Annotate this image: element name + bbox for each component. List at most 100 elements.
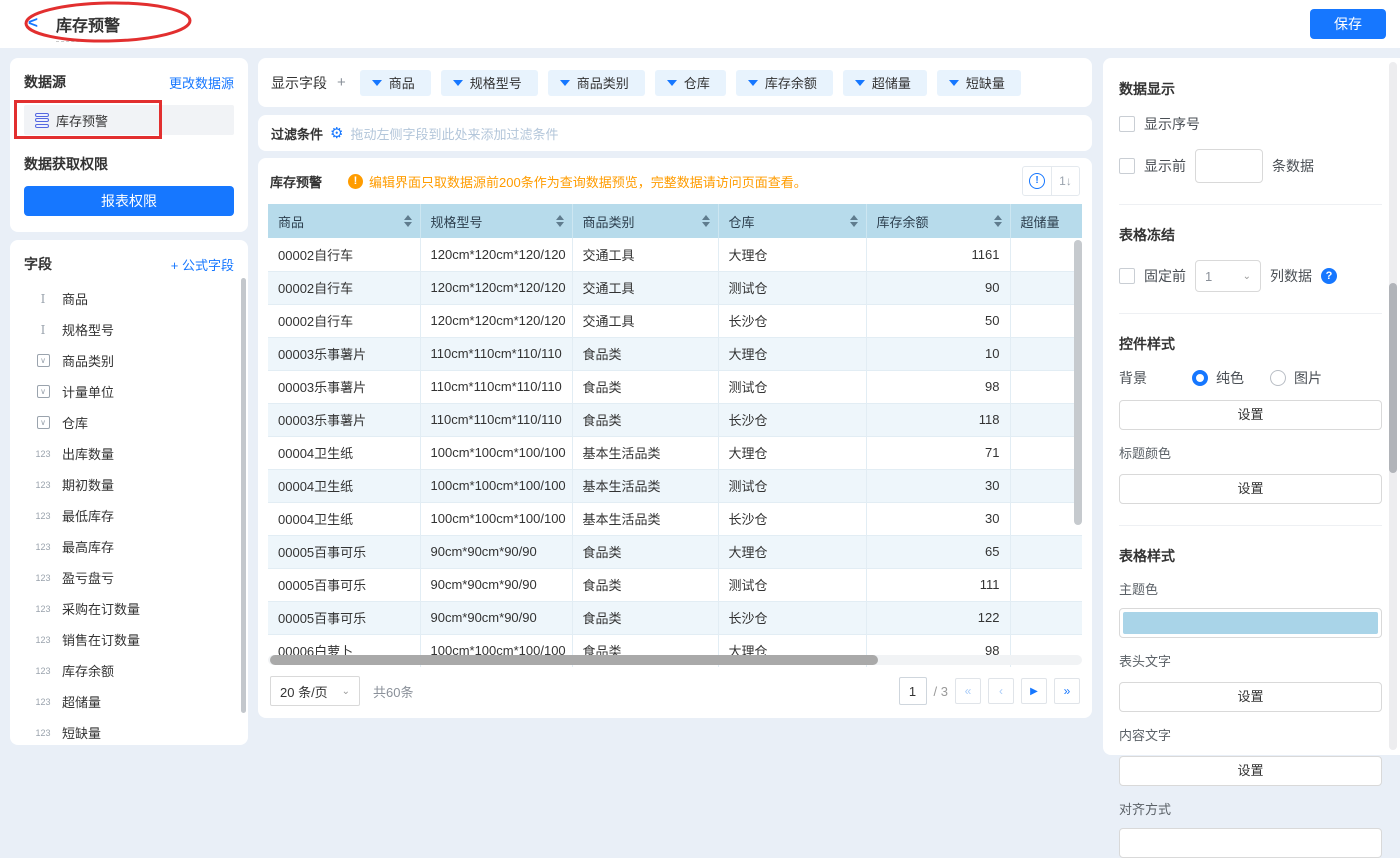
field-label: 计量单位 xyxy=(62,382,114,401)
datasource-heading: 数据源 xyxy=(24,72,66,92)
field-item-盈亏盘亏[interactable]: 123盈亏盘亏 xyxy=(24,562,238,593)
formula-field-link[interactable]: + 公式字段 xyxy=(171,255,234,274)
filter-bar[interactable]: 过滤条件 ⚙ 拖动左侧字段到此处来添加过滤条件 xyxy=(258,115,1092,151)
display-field-chip-仓库[interactable]: 仓库 xyxy=(655,70,726,96)
solid-color-label: 纯色 xyxy=(1216,368,1244,388)
content-text-label: 内容文字 xyxy=(1119,725,1382,744)
datasource-item[interactable]: 库存预警 xyxy=(24,105,234,135)
title-color-set-button[interactable]: 设置 xyxy=(1119,474,1382,504)
solid-color-radio[interactable] xyxy=(1192,370,1208,386)
field-item-库存余额[interactable]: 123库存余额 xyxy=(24,655,238,686)
table-v-scrollbar[interactable] xyxy=(1074,240,1082,525)
cell: 00004卫生纸 xyxy=(268,436,420,469)
warning-icon: ! xyxy=(348,174,363,189)
prev-page-button[interactable]: ‹ xyxy=(988,678,1014,704)
sort-arrows-icon[interactable] xyxy=(404,215,412,227)
page-title[interactable]: 库存预警 xyxy=(56,12,120,42)
number-field-icon: 123 xyxy=(32,449,54,459)
page-number-input[interactable]: 1 xyxy=(899,677,927,705)
display-field-chip-规格型号[interactable]: 规格型号 xyxy=(441,70,538,96)
display-field-chip-商品类别[interactable]: 商品类别 xyxy=(548,70,645,96)
sort-arrows-icon[interactable] xyxy=(702,215,710,227)
cell: 10 xyxy=(866,337,1010,370)
column-header-规格型号[interactable]: 规格型号 xyxy=(420,204,572,238)
last-page-button[interactable]: » xyxy=(1054,678,1080,704)
select-field-icon: ∨ xyxy=(32,354,54,367)
field-item-商品[interactable]: I商品 xyxy=(24,283,238,314)
field-item-期初数量[interactable]: 123期初数量 xyxy=(24,469,238,500)
dropdown-triangle-icon xyxy=(560,80,570,86)
back-icon[interactable]: < xyxy=(28,13,38,33)
image-radio[interactable] xyxy=(1270,370,1286,386)
cell: 大理仓 xyxy=(718,436,866,469)
show-index-checkbox[interactable] xyxy=(1119,116,1135,132)
page-size-select[interactable]: 20 条/页 ⌄ xyxy=(270,676,360,706)
gear-icon[interactable]: ⚙ xyxy=(330,124,343,142)
cell xyxy=(1010,238,1082,271)
text-field-icon: I xyxy=(32,292,54,306)
align-control[interactable] xyxy=(1119,828,1382,858)
change-datasource-link[interactable]: 更改数据源 xyxy=(169,73,234,92)
cell: 长沙仓 xyxy=(718,403,866,436)
display-field-chip-超储量[interactable]: 超储量 xyxy=(843,70,927,96)
field-label: 盈亏盘亏 xyxy=(62,568,114,587)
save-button[interactable]: 保存 xyxy=(1310,9,1386,39)
cell: 00004卫生纸 xyxy=(268,469,420,502)
freeze-count-select[interactable]: 1 ⌄ xyxy=(1195,260,1261,292)
settings-scrollbar[interactable] xyxy=(1389,283,1397,473)
column-header-库存余额[interactable]: 库存余额 xyxy=(866,204,1010,238)
cell: 111 xyxy=(866,568,1010,601)
cell: 110cm*110cm*110/110 xyxy=(420,337,572,370)
cell: 90cm*90cm*90/90 xyxy=(420,568,572,601)
h-scrollbar[interactable] xyxy=(270,655,878,665)
field-item-最高库存[interactable]: 123最高库存 xyxy=(24,531,238,562)
report-permission-button[interactable]: 报表权限 xyxy=(24,186,234,216)
image-label: 图片 xyxy=(1294,368,1322,388)
next-page-button[interactable]: ▶ xyxy=(1021,678,1047,704)
column-header-超储量[interactable]: 超储量 xyxy=(1010,204,1082,238)
field-item-最低库存[interactable]: 123最低库存 xyxy=(24,500,238,531)
filter-placeholder: 拖动左侧字段到此处来添加过滤条件 xyxy=(350,124,558,143)
page-size-value: 20 条/页 xyxy=(280,682,328,701)
sort-arrows-icon[interactable] xyxy=(994,215,1002,227)
fields-scrollbar[interactable] xyxy=(241,278,246,713)
display-field-chip-库存余额[interactable]: 库存余额 xyxy=(736,70,833,96)
freeze-checkbox[interactable] xyxy=(1119,268,1135,284)
number-field-icon: 123 xyxy=(32,666,54,676)
column-header-商品类别[interactable]: 商品类别 xyxy=(572,204,718,238)
row-count-input[interactable] xyxy=(1195,149,1263,183)
field-item-采购在订数量[interactable]: 123采购在订数量 xyxy=(24,593,238,624)
first-page-button[interactable]: « xyxy=(955,678,981,704)
help-icon[interactable]: ? xyxy=(1321,268,1337,284)
field-item-仓库[interactable]: ∨仓库 xyxy=(24,407,238,438)
header-text-set-button[interactable]: 设置 xyxy=(1119,682,1382,712)
field-item-计量单位[interactable]: ∨计量单位 xyxy=(24,376,238,407)
show-first-checkbox[interactable] xyxy=(1119,158,1135,174)
sort-button[interactable]: 1↓ xyxy=(1051,167,1079,195)
cell: 测试仓 xyxy=(718,469,866,502)
cell: 食品类 xyxy=(572,535,718,568)
field-item-规格型号[interactable]: I规格型号 xyxy=(24,314,238,345)
field-item-短缺量[interactable]: 123短缺量 xyxy=(24,717,238,745)
title-color-label: 标题颜色 xyxy=(1119,443,1382,462)
cell: 食品类 xyxy=(572,568,718,601)
content-text-set-button[interactable]: 设置 xyxy=(1119,756,1382,786)
chip-label: 超储量 xyxy=(872,73,911,92)
cell: 100cm*100cm*100/100 xyxy=(420,469,572,502)
display-field-chip-短缺量[interactable]: 短缺量 xyxy=(937,70,1021,96)
sort-arrows-icon[interactable] xyxy=(556,215,564,227)
sort-arrows-icon[interactable] xyxy=(850,215,858,227)
field-item-销售在订数量[interactable]: 123销售在订数量 xyxy=(24,624,238,655)
column-header-仓库[interactable]: 仓库 xyxy=(718,204,866,238)
display-field-chip-商品[interactable]: 商品 xyxy=(360,70,431,96)
add-field-icon[interactable]: + xyxy=(337,74,346,91)
column-header-商品[interactable]: 商品 xyxy=(268,204,420,238)
field-item-商品类别[interactable]: ∨商品类别 xyxy=(24,345,238,376)
field-item-超储量[interactable]: 123超储量 xyxy=(24,686,238,717)
rows-suffix-label: 条数据 xyxy=(1272,156,1314,176)
theme-color-swatch[interactable] xyxy=(1119,608,1382,638)
cell xyxy=(1010,436,1082,469)
info-button[interactable]: ! xyxy=(1023,167,1051,195)
field-item-出库数量[interactable]: 123出库数量 xyxy=(24,438,238,469)
background-set-button[interactable]: 设置 xyxy=(1119,400,1382,430)
